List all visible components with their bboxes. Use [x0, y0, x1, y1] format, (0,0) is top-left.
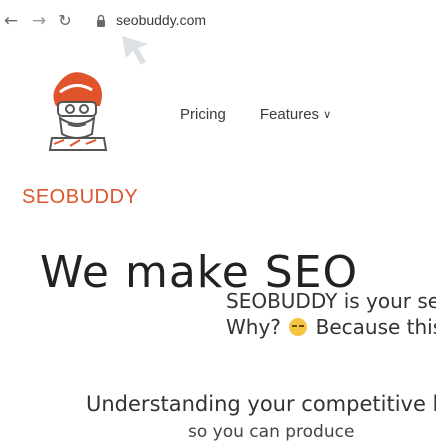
hero-subtitle-line-2: Why? Because this [226, 314, 436, 340]
why-text: Why? [226, 315, 281, 339]
reload-icon[interactable]: ↻ [54, 9, 76, 33]
nav-pricing-label: Pricing [180, 106, 226, 123]
brand-name: SEOBUDDY [22, 186, 139, 208]
browser-toolbar: ← → ↻ seobuddy.com [0, 0, 436, 65]
nav-features-dropdown[interactable]: Features ∨ [260, 106, 331, 123]
back-arrow-icon[interactable]: ← [0, 9, 22, 33]
seobuddy-mascot-logo[interactable] [20, 66, 130, 158]
nav-pricing-link[interactable]: Pricing [180, 106, 226, 123]
nav-features-label: Features [259, 106, 320, 123]
section-subheading: so you can produce [188, 422, 355, 442]
forward-arrow-icon[interactable]: → [28, 9, 50, 33]
section-heading: Understanding your competitive l [86, 392, 436, 416]
hero-subtitle: SEOBUDDY is your secret Why? Because thi… [226, 288, 436, 340]
smiling-face-emoji-icon [289, 318, 308, 336]
url-text: seobuddy.com [116, 12, 207, 28]
hero-subtitle-line-1: SEOBUDDY is your secret [226, 289, 436, 313]
chevron-down-icon: ∨ [323, 109, 332, 121]
because-text: Because this [315, 315, 436, 339]
address-bar[interactable]: seobuddy.com [88, 8, 248, 34]
main-navigation: Pricing Features ∨ [180, 106, 331, 123]
lock-icon [97, 14, 105, 27]
